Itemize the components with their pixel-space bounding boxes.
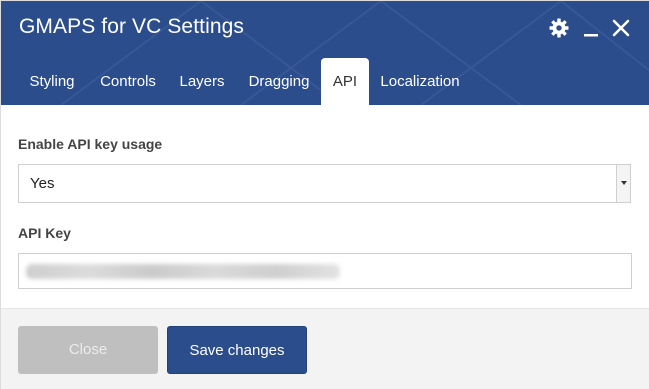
- close-icon[interactable]: [609, 16, 633, 40]
- tab-styling[interactable]: Styling: [19, 58, 85, 105]
- tab-bar: Styling Controls Layers Dragging API Loc…: [1, 58, 649, 105]
- gear-icon[interactable]: [547, 16, 571, 40]
- close-button[interactable]: Close: [18, 326, 158, 374]
- enable-api-label: Enable API key usage: [18, 136, 163, 152]
- enable-api-selected-value: Yes: [30, 175, 55, 192]
- dialog-footer: Close Save changes: [1, 308, 649, 389]
- tab-dragging[interactable]: Dragging: [241, 58, 317, 105]
- tab-controls[interactable]: Controls: [93, 58, 163, 105]
- enable-api-select[interactable]: Yes: [18, 164, 631, 203]
- api-key-obscured-value: [26, 264, 340, 279]
- settings-dialog: GMAPS for VC Settings Styling Controls L…: [0, 0, 649, 389]
- dialog-title: GMAPS for VC Settings: [19, 15, 245, 38]
- tab-layers[interactable]: Layers: [171, 58, 233, 105]
- api-key-label: API Key: [18, 225, 71, 241]
- api-key-input[interactable]: [18, 253, 632, 289]
- tab-localization[interactable]: Localization: [375, 58, 465, 105]
- tab-api[interactable]: API: [321, 58, 369, 105]
- dialog-header: GMAPS for VC Settings Styling Controls L…: [1, 1, 649, 105]
- save-changes-button[interactable]: Save changes: [167, 326, 307, 374]
- dropdown-arrow-icon[interactable]: [616, 165, 630, 202]
- minimize-icon[interactable]: [579, 16, 603, 40]
